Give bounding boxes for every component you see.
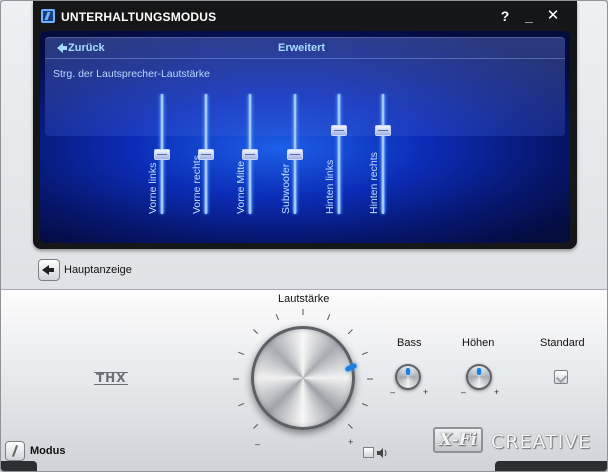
slider-track[interactable]	[337, 94, 341, 214]
treble-minus: –	[461, 387, 467, 397]
main-view-button[interactable]	[38, 259, 60, 281]
speaker-icon	[377, 448, 387, 458]
volume-tick	[347, 329, 353, 335]
speaker-slider[interactable]: Vorne links	[147, 94, 177, 216]
volume-tick	[327, 314, 331, 321]
volume-plus: +	[348, 437, 354, 447]
top-frame: UNTERHALTUNGSMODUS ? _ ✕ Zurück Erweiter…	[33, 1, 577, 249]
titlebar: UNTERHALTUNGSMODUS ? _ ✕	[33, 1, 577, 31]
thx-logo: THX	[94, 371, 129, 385]
volume-tick	[361, 403, 368, 407]
mode-label: Erweitert	[278, 42, 326, 54]
volume-tick	[253, 329, 259, 335]
volume-tick	[238, 351, 245, 355]
volume-minus: –	[255, 439, 261, 449]
app-icon	[41, 9, 55, 23]
volume-knob[interactable]	[251, 326, 355, 430]
standard-checkbox[interactable]	[554, 370, 568, 384]
slider-thumb[interactable]	[375, 125, 391, 136]
speaker-slider[interactable]: Vorne Mitte	[235, 94, 265, 216]
bass-indicator	[406, 368, 410, 375]
back-arrow-icon	[57, 43, 67, 53]
treble-knob[interactable]	[466, 364, 492, 390]
speaker-slider[interactable]: Subwoofer	[280, 94, 310, 216]
slider-label: Vorne Mitte	[235, 160, 247, 214]
volume-tick	[238, 403, 245, 407]
slider-thumb[interactable]	[331, 125, 347, 136]
slider-label: Hinten links	[324, 159, 336, 214]
volume-tick	[347, 423, 353, 429]
volume-tick	[253, 423, 259, 429]
back-link[interactable]: Zurück	[57, 42, 105, 54]
bass-plus: +	[423, 387, 429, 397]
creative-logo: CREATIVE	[491, 431, 592, 453]
bass-label: Bass	[397, 337, 422, 349]
speaker-panel: Zurück Erweitert Strg. der Lautsprecher-…	[40, 31, 570, 243]
xfi-logo: X-Fi	[433, 427, 483, 453]
bass-minus: –	[390, 387, 396, 397]
slider-label: Hinten rechts	[368, 152, 380, 214]
mode-button[interactable]	[5, 441, 25, 461]
standard-label: Standard	[540, 337, 585, 349]
foot-left	[1, 461, 37, 471]
treble-plus: +	[494, 387, 500, 397]
app-window: UNTERHALTUNGSMODUS ? _ ✕ Zurück Erweiter…	[0, 0, 608, 472]
foot-right	[495, 461, 607, 471]
treble-label: Höhen	[462, 337, 495, 349]
back-arrow-icon	[42, 265, 54, 275]
volume-tick	[361, 351, 368, 355]
slider-label: Vorne rechts	[191, 155, 203, 214]
divider	[45, 58, 565, 59]
slider-track[interactable]	[381, 94, 385, 214]
bass-knob[interactable]	[395, 364, 421, 390]
speaker-slider[interactable]: Vorne rechts	[191, 94, 221, 216]
help-button[interactable]: ?	[497, 8, 513, 24]
mute-checkbox[interactable]	[363, 447, 374, 458]
minimize-button[interactable]: _	[521, 8, 537, 24]
volume-tick	[275, 314, 279, 321]
slider-label: Vorne links	[147, 162, 159, 214]
speaker-slider[interactable]: Hinten rechts	[368, 94, 398, 216]
slider-thumb[interactable]	[287, 149, 303, 160]
back-label: Zurück	[68, 42, 105, 54]
section-label: Strg. der Lautsprecher-Lautstärke	[53, 68, 210, 80]
main-view-label: Hauptanzeige	[64, 264, 132, 276]
close-button[interactable]: ✕	[545, 8, 561, 24]
slider-thumb[interactable]	[242, 149, 258, 160]
speaker-slider[interactable]: Hinten links	[324, 94, 354, 216]
slider-thumb[interactable]	[154, 149, 170, 160]
mode-label: Modus	[30, 445, 66, 457]
slider-label: Subwoofer	[280, 163, 292, 214]
treble-indicator	[477, 368, 481, 375]
window-title: UNTERHALTUNGSMODUS	[61, 10, 217, 24]
